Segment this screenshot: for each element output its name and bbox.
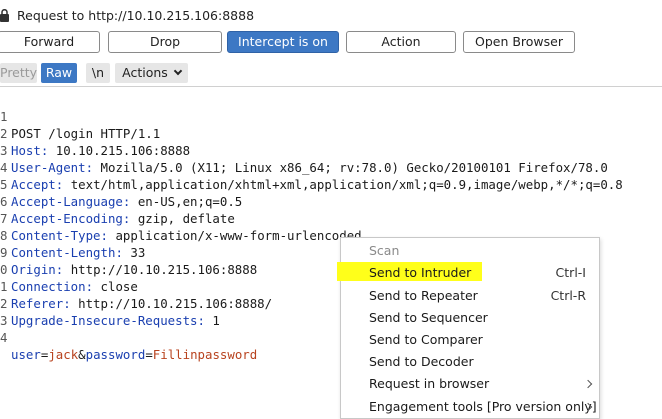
editor-line: 9 Origin: http://10.10.215.106:8888 xyxy=(0,245,258,277)
editor-line: 2 Host: 10.10.215.106:8888 xyxy=(0,126,191,158)
header-name: Upgrade-Insecure-Requests xyxy=(11,313,198,328)
menu-item-send-to-decoder[interactable]: Send to Decoder xyxy=(341,351,599,373)
raw-tab[interactable]: Raw xyxy=(41,63,77,83)
param-value: jack xyxy=(48,347,79,362)
editor-line: 1 Referer: http://10.10.215.106:8888/ xyxy=(0,279,273,311)
open-browser-button[interactable]: Open Browser xyxy=(463,31,575,53)
actions-label: Actions xyxy=(122,65,168,80)
header-value: Mozilla/5.0 (X11; Linux x86_64; rv:78.0)… xyxy=(100,160,608,175)
chevron-down-icon xyxy=(173,66,183,76)
header-value: http://10.10.215.106:8888 xyxy=(70,262,258,277)
editor-line: 6 Accept-Encoding: gzip, deflate xyxy=(0,194,235,226)
editor-line: 5 Accept-Language: en-US,en;q=0.5 xyxy=(0,177,243,209)
param-name: password xyxy=(85,347,146,362)
pretty-tab[interactable]: Pretty xyxy=(0,63,37,83)
header-value: text/html,application/xhtml+xml,applicat… xyxy=(70,177,623,192)
editor-line: 1 POST /login HTTP/1.1 xyxy=(0,91,160,141)
menu-item-send-to-comparer[interactable]: Send to Comparer xyxy=(341,329,599,351)
menu-item-request-in-browser[interactable]: Request in browser xyxy=(341,373,599,395)
intercept-toggle-button[interactable]: Intercept is on xyxy=(227,31,339,53)
menu-item-send-to-intruder[interactable]: Send to Intruder Ctrl-I xyxy=(341,262,599,284)
editor-line: 2 Upgrade-Insecure-Requests: 1 xyxy=(0,296,220,328)
toolbar-divider xyxy=(0,86,662,87)
menu-item-scan[interactable]: Scan xyxy=(341,240,599,262)
editor-line: 0 Connection: close xyxy=(0,262,138,294)
menu-item-label: Engagement tools [Pro version only] xyxy=(369,399,597,414)
editor-line: 4 user=jack&password=Fillinpassword xyxy=(0,330,258,362)
menu-item-label: Send to Sequencer xyxy=(369,310,488,325)
menu-item-label: Scan xyxy=(369,243,400,258)
menu-item-shortcut: Ctrl-R xyxy=(550,288,586,303)
menu-item-label: Send to Decoder xyxy=(369,354,474,369)
lock-icon xyxy=(0,9,9,22)
editor-line: 3 xyxy=(0,295,30,328)
actions-dropdown[interactable]: Actions xyxy=(115,63,188,83)
action-button[interactable]: Action xyxy=(346,31,456,53)
param-name: user xyxy=(11,347,41,362)
line-number: 4 xyxy=(0,330,8,345)
request-title: Request to http://10.10.215.106:8888 xyxy=(17,8,255,23)
menu-item-label: Request in browser xyxy=(369,376,490,391)
header-value: gzip, deflate xyxy=(137,211,235,226)
header-value: en-US,en;q=0.5 xyxy=(137,194,243,209)
header-value: http://10.10.215.106:8888/ xyxy=(78,296,273,311)
menu-item-shortcut: Ctrl-I xyxy=(555,265,586,280)
menu-item-label: Send to Intruder xyxy=(369,265,472,280)
editor-line: 3 User-Agent: Mozilla/5.0 (X11; Linux x8… xyxy=(0,143,608,175)
editor-line: 7 Content-Type: application/x-www-form-u… xyxy=(0,211,362,243)
forward-button[interactable]: Forward xyxy=(0,31,100,53)
editor-line: 4 Accept: text/html,application/xhtml+xm… xyxy=(0,160,623,192)
menu-item-send-to-repeater[interactable]: Send to Repeater Ctrl-R xyxy=(341,285,599,307)
header-value: 1 xyxy=(212,313,220,328)
menu-item-label: Send to Repeater xyxy=(369,288,478,303)
request-header: Request to http://10.10.215.106:8888 xyxy=(0,0,662,30)
menu-item-label: Send to Comparer xyxy=(369,332,483,347)
header-value: close xyxy=(100,279,138,294)
drop-button[interactable]: Drop xyxy=(108,31,222,53)
show-newlines-toggle[interactable]: \n xyxy=(86,63,110,83)
menu-item-send-to-sequencer[interactable]: Send to Sequencer xyxy=(341,307,599,329)
menu-item-engagement-tools[interactable]: Engagement tools [Pro version only] xyxy=(341,396,599,418)
header-value: 10.10.215.106:8888 xyxy=(55,143,191,158)
editor-line: 8 Content-Length: 33 xyxy=(0,228,146,260)
chevron-right-icon xyxy=(583,379,593,389)
header-value: 33 xyxy=(130,245,146,260)
header-value: application/x-www-form-urlencoded xyxy=(115,228,362,243)
request-line: POST /login HTTP/1.1 xyxy=(11,126,161,141)
param-value: Fillinpassword xyxy=(152,347,258,362)
